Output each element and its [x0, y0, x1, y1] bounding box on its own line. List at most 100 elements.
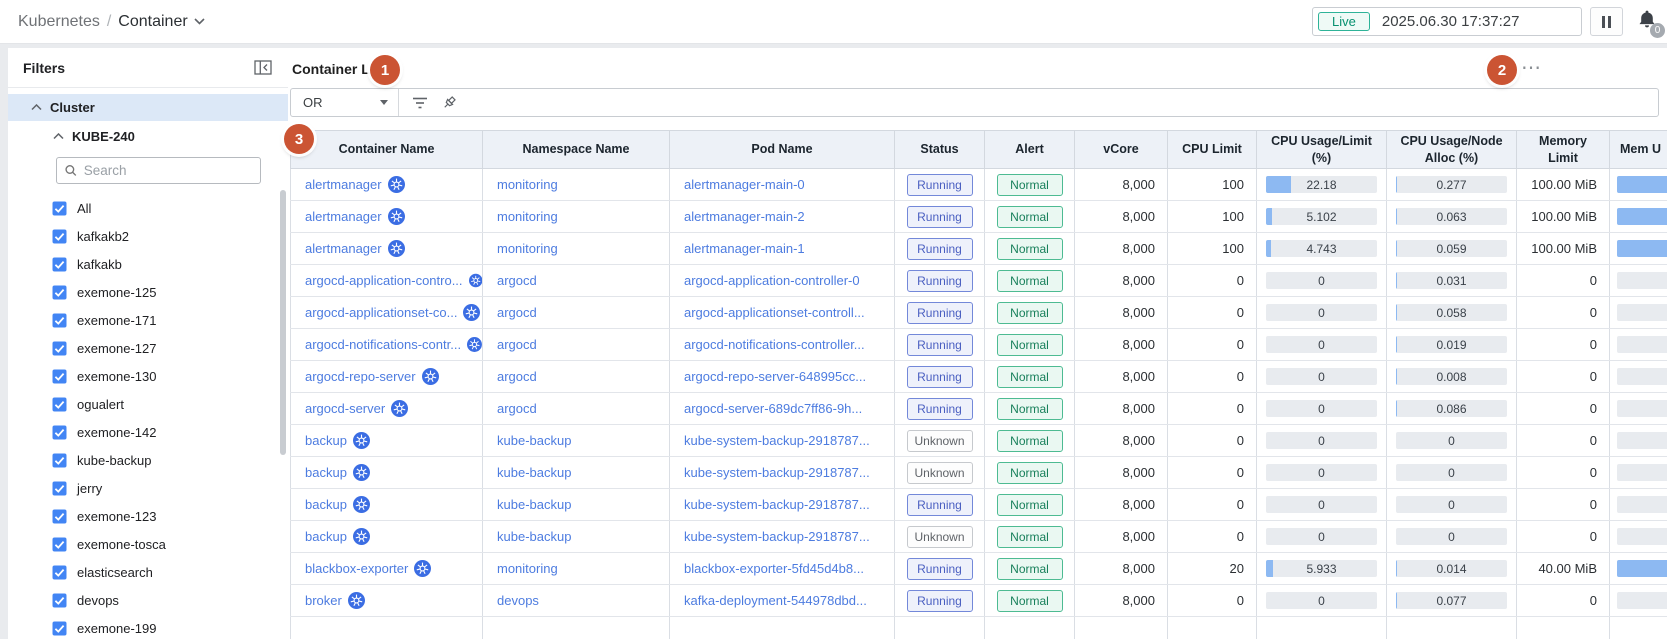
cell-pod[interactable]: kube-system-backup-2918787... — [684, 433, 870, 448]
cell-namespace[interactable]: monitoring — [497, 561, 558, 576]
breadcrumb-root[interactable]: Kubernetes — [18, 13, 100, 31]
cell-namespace[interactable]: kube-backup — [497, 529, 571, 544]
table-row[interactable]: backup kube-backup kube-system-backup-29… — [291, 521, 1667, 553]
tree-node-kube-240[interactable]: KUBE-240 — [8, 123, 288, 150]
cluster-checkbox-item[interactable]: jerry — [8, 474, 288, 502]
cell-pod[interactable]: argocd-applicationset-controll... — [684, 305, 865, 320]
col-cpu-limit[interactable]: CPU Limit — [1168, 131, 1257, 169]
cell-namespace[interactable]: argocd — [497, 305, 537, 320]
cell-namespace[interactable]: kube-backup — [497, 465, 571, 480]
col-mem-usage[interactable]: Mem U — [1610, 131, 1667, 169]
table-row[interactable]: alertmanager monitoring alertmanager-mai… — [291, 169, 1667, 201]
filter-icon[interactable] — [411, 96, 429, 110]
cell-pod[interactable]: blackbox-exporter-5fd45d4b8... — [684, 561, 864, 576]
cell-container-name[interactable]: argocd-repo-server — [305, 369, 416, 384]
table-row[interactable]: argocd-application-contro... argocd argo… — [291, 265, 1667, 297]
col-cpu-usage-limit[interactable]: CPU Usage/Limit (%) — [1257, 131, 1387, 169]
cell-pod[interactable]: argocd-application-controller-0 — [684, 273, 860, 288]
cell-namespace[interactable]: argocd — [497, 273, 537, 288]
cell-pod[interactable]: kube-system-backup-2918787... — [684, 465, 870, 480]
cell-namespace[interactable]: kube-backup — [497, 497, 571, 512]
cell-pod[interactable]: kube-system-backup-2918787... — [684, 497, 870, 512]
cell-container-name[interactable]: argocd-application-contro... — [305, 273, 463, 288]
col-status[interactable]: Status — [895, 131, 985, 169]
table-row[interactable]: alertmanager monitoring alertmanager-mai… — [291, 201, 1667, 233]
cell-namespace[interactable]: argocd — [497, 337, 537, 352]
tree-group-cluster[interactable]: Cluster — [8, 94, 288, 121]
cell-container-name[interactable]: broker — [305, 593, 342, 608]
cell-namespace[interactable]: argocd — [497, 369, 537, 384]
checkbox-checked-icon — [52, 509, 67, 524]
cell-pod[interactable]: alertmanager-main-2 — [684, 209, 805, 224]
table-row[interactable]: backup kube-backup kube-system-backup-29… — [291, 425, 1667, 457]
cell-namespace[interactable]: monitoring — [497, 209, 558, 224]
cluster-checkbox-item[interactable]: exemone-tosca — [8, 530, 288, 558]
cluster-checkbox-item[interactable]: ogualert — [8, 390, 288, 418]
cell-pod[interactable]: alertmanager-main-0 — [684, 177, 805, 192]
cluster-checkbox-item[interactable]: exemone-127 — [8, 334, 288, 362]
col-alert[interactable]: Alert — [985, 131, 1075, 169]
cell-pod[interactable]: argocd-repo-server-648995cc... — [684, 369, 866, 384]
col-container-name[interactable]: Container Name — [291, 131, 483, 169]
cell-container-name[interactable]: backup — [305, 497, 347, 512]
table-row[interactable]: argocd-applicationset-co... argocd argoc… — [291, 297, 1667, 329]
cluster-checkbox-item[interactable]: exemone-123 — [8, 502, 288, 530]
table-row[interactable]: alertmanager monitoring alertmanager-mai… — [291, 233, 1667, 265]
cell-pod[interactable]: alertmanager-main-1 — [684, 241, 805, 256]
cluster-checkbox-item[interactable]: exemone-171 — [8, 306, 288, 334]
time-range-control[interactable]: Live 2025.06.30 17:37:27 — [1312, 7, 1582, 36]
more-menu-button[interactable]: ⋯ — [1521, 58, 1542, 78]
cell-container-name[interactable]: argocd-server — [305, 401, 385, 416]
cluster-checkbox-item[interactable]: exemone-142 — [8, 418, 288, 446]
cell-namespace[interactable]: devops — [497, 593, 539, 608]
cell-pod[interactable]: kafka-deployment-544978dbd... — [684, 593, 867, 608]
cell-container-name[interactable]: alertmanager — [305, 209, 382, 224]
pause-button[interactable] — [1590, 7, 1623, 36]
cell-namespace[interactable]: monitoring — [497, 241, 558, 256]
table-row[interactable]: argocd-server argocd argocd-server-689dc… — [291, 393, 1667, 425]
cluster-checkbox-item[interactable]: devops — [8, 586, 288, 614]
collapse-panel-icon[interactable] — [254, 60, 272, 75]
cluster-checkbox-item[interactable]: elasticsearch — [8, 558, 288, 586]
cell-container-name[interactable]: alertmanager — [305, 241, 382, 256]
cell-pod[interactable]: kube-system-backup-2918787... — [684, 529, 870, 544]
sidebar-scrollbar[interactable] — [280, 190, 286, 455]
col-vcore[interactable]: vCore — [1075, 131, 1168, 169]
cluster-checkbox-item[interactable]: exemone-130 — [8, 362, 288, 390]
table-row[interactable]: backup kube-backup kube-system-backup-29… — [291, 457, 1667, 489]
cell-container-name[interactable]: argocd-applicationset-co... — [305, 305, 457, 320]
cell-container-name[interactable]: backup — [305, 433, 347, 448]
mem-usage-bar — [1617, 368, 1667, 385]
table-row[interactable]: blackbox-exporter monitoring blackbox-ex… — [291, 553, 1667, 585]
table-row[interactable] — [291, 617, 1667, 639]
col-memory-limit[interactable]: Memory Limit — [1517, 131, 1610, 169]
col-pod-name[interactable]: Pod Name — [670, 131, 895, 169]
table-row[interactable]: argocd-notifications-contr... argocd arg… — [291, 329, 1667, 361]
table-row[interactable]: argocd-repo-server argocd argocd-repo-se… — [291, 361, 1667, 393]
pin-icon[interactable] — [441, 95, 457, 111]
cell-namespace[interactable]: monitoring — [497, 177, 558, 192]
notifications-button[interactable]: 0 — [1637, 9, 1657, 35]
cell-pod[interactable]: argocd-notifications-controller... — [684, 337, 865, 352]
col-namespace-name[interactable]: Namespace Name — [483, 131, 670, 169]
breadcrumb-current-dropdown[interactable]: Container — [118, 13, 204, 31]
cluster-checkbox-item[interactable]: kube-backup — [8, 446, 288, 474]
cluster-checkbox-item[interactable]: kafkakb2 — [8, 222, 288, 250]
cluster-checkbox-item[interactable]: kafkakb — [8, 250, 288, 278]
cell-container-name[interactable]: alertmanager — [305, 177, 382, 192]
cluster-checkbox-item[interactable]: All — [8, 194, 288, 222]
col-cpu-usage-node-alloc[interactable]: CPU Usage/Node Alloc (%) — [1387, 131, 1517, 169]
cell-namespace[interactable]: argocd — [497, 401, 537, 416]
cell-container-name[interactable]: backup — [305, 529, 347, 544]
table-row[interactable]: backup kube-backup kube-system-backup-29… — [291, 489, 1667, 521]
operator-select[interactable]: OR — [291, 89, 398, 116]
cell-pod[interactable]: argocd-server-689dc7ff86-9h... — [684, 401, 862, 416]
search-input[interactable] — [84, 163, 252, 178]
cell-container-name[interactable]: backup — [305, 465, 347, 480]
cell-namespace[interactable]: kube-backup — [497, 433, 571, 448]
cell-container-name[interactable]: blackbox-exporter — [305, 561, 408, 576]
cluster-checkbox-item[interactable]: exemone-199 — [8, 614, 288, 639]
cluster-checkbox-item[interactable]: exemone-125 — [8, 278, 288, 306]
table-row[interactable]: broker devops kafka-deployment-544978dbd… — [291, 585, 1667, 617]
cell-container-name[interactable]: argocd-notifications-contr... — [305, 337, 461, 352]
